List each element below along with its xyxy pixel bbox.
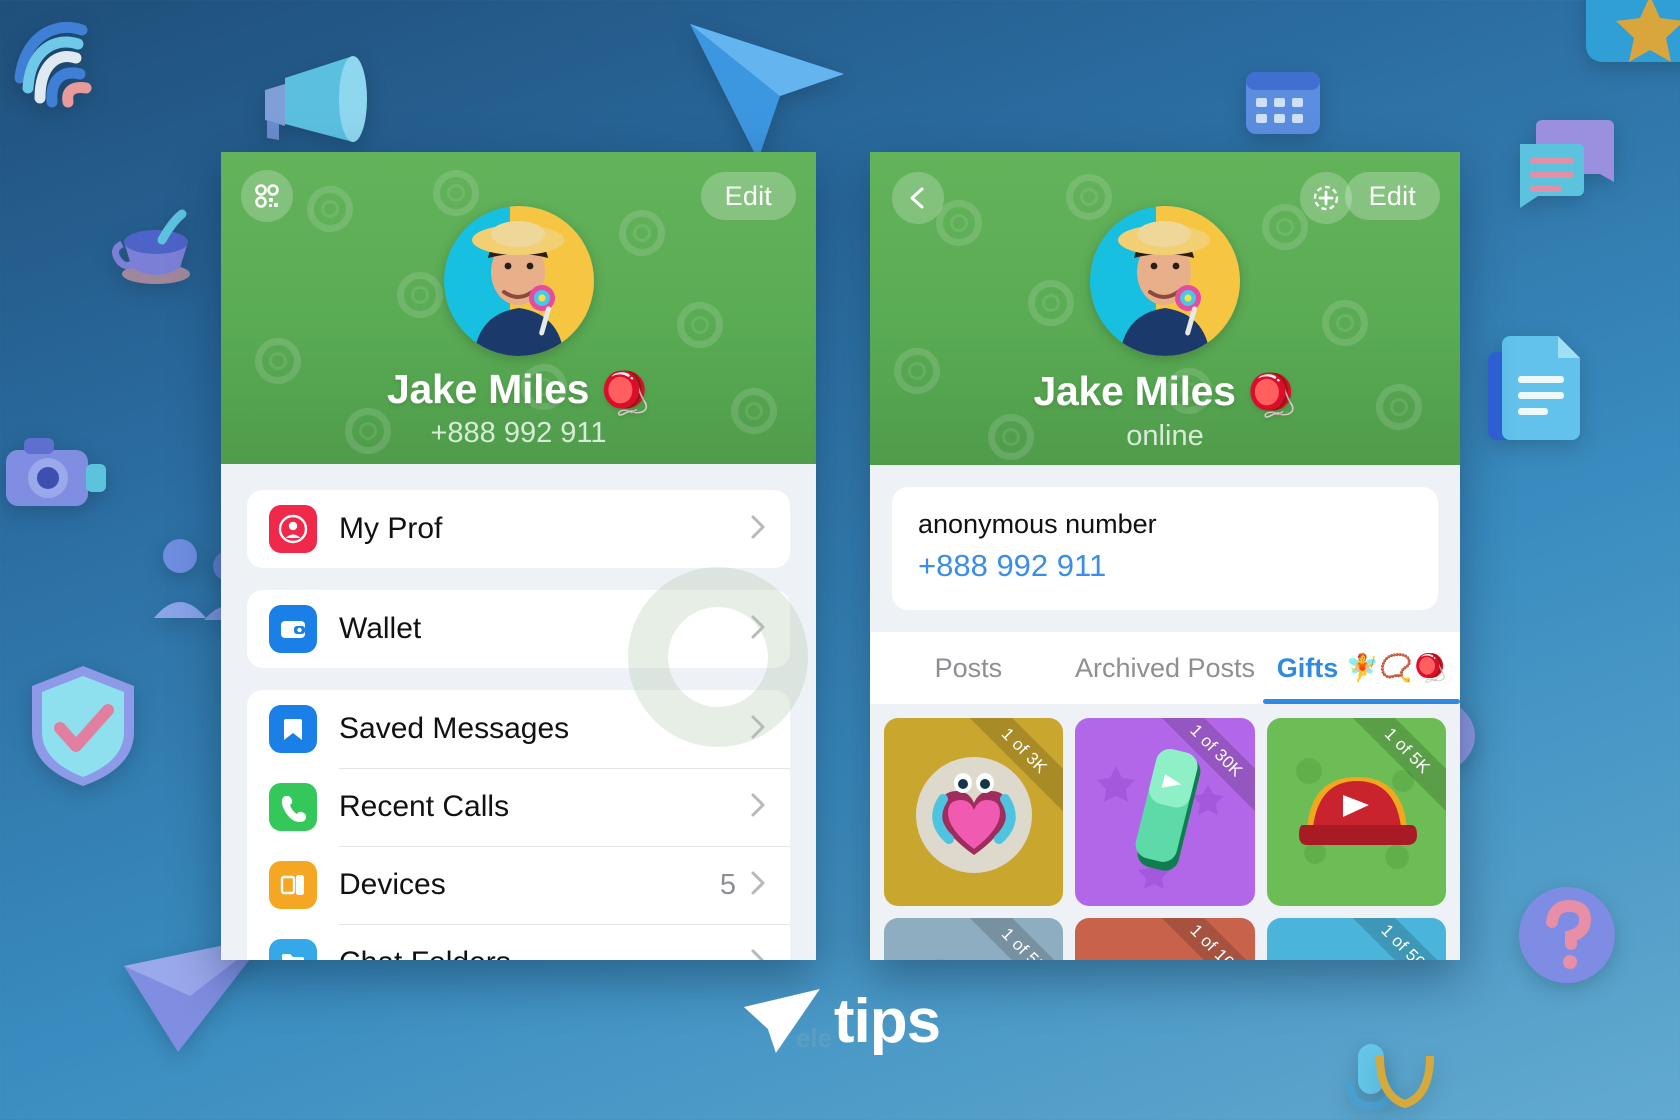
left-profile-header: Edit Jake Miles 🪀 +888 992 911 [221,152,816,464]
back-chevron-icon [910,187,924,209]
gift-card[interactable]: 1 of 5K [1266,718,1446,906]
chevron-right-icon [750,791,766,824]
settings-group-1: My Prof [247,490,790,568]
settings-group-2: Wallet [247,590,790,668]
gift-card[interactable]: 1 of 50K [1266,918,1446,960]
chevron-right-icon [750,613,766,646]
tab-posts[interactable]: Posts [870,653,1067,704]
anonymous-number-title: anonymous number [918,509,1157,539]
chevron-right-icon [750,947,766,960]
folder-icon [269,939,317,960]
phone-mockups: Edit Jake Miles 🪀 +888 992 911 My Prof W… [0,0,1680,1120]
sidebar-item-recent-calls[interactable]: Recent Calls [247,768,790,846]
bookmark-icon [269,705,317,753]
right-profile-name-text: Jake Miles [1033,368,1236,414]
left-profile-name-text: Jake Miles [387,366,590,412]
logo-text: tips [833,986,941,1056]
profile-tabs: Posts Archived Posts Gifts 🧚📿🪀 [870,632,1460,704]
right-profile-header: Edit Jake Miles 🪀 online [870,152,1460,465]
chevron-right-icon [750,713,766,746]
left-profile-emoji: 🪀 [599,370,650,416]
anonymous-number-value[interactable]: +888 992 911 [918,548,1412,584]
tab-gifts[interactable]: Gifts 🧚📿🪀 [1263,652,1460,704]
devices-count: 5 [719,868,736,901]
left-profile-name: Jake Miles 🪀 [221,366,816,418]
phone-icon [269,783,317,831]
back-button[interactable] [892,172,944,224]
row-label: My Prof [339,512,443,545]
right-avatar[interactable] [1090,206,1240,356]
teletips-logo: tips ele [740,985,941,1057]
right-profile-name: Jake Miles 🪀 [870,368,1460,420]
gift-card[interactable]: 1 of 5K [884,918,1064,960]
left-avatar[interactable] [443,206,594,356]
qr-code-icon [255,184,279,208]
sidebar-item-saved-messages[interactable]: Saved Messages [247,690,790,768]
tab-active-underline [1262,699,1460,704]
row-label: Devices [339,868,446,901]
left-edit-button[interactable]: Edit [700,172,796,220]
right-edit-button[interactable]: Edit [1344,172,1440,220]
gift-card[interactable]: 1 of 30K [1075,718,1255,906]
sidebar-item-my-prof[interactable]: My Prof [247,490,790,568]
right-phone-panel: Edit Jake Miles 🪀 online anonymous numbe… [870,152,1460,960]
wallet-icon [269,605,317,653]
tab-archived-posts[interactable]: Archived Posts [1067,653,1264,704]
add-story-icon [1313,185,1339,211]
right-profile-status: online [1126,420,1204,452]
row-label: Recent Calls [339,790,510,823]
devices-icon [269,861,317,909]
sidebar-item-wallet[interactable]: Wallet [247,590,790,668]
chevron-right-icon [750,513,766,546]
gift-card[interactable]: 1 of 10K [1075,918,1255,960]
chevron-right-icon [750,869,766,902]
settings-group-3: Saved Messages Recent Calls Devices 5 [247,690,790,960]
sidebar-item-chat-folders[interactable]: Chat Folders [247,924,790,960]
left-phone-panel: Edit Jake Miles 🪀 +888 992 911 My Prof W… [221,152,816,960]
gift-card[interactable]: 1 of 3K [884,718,1064,906]
right-profile-emoji: 🪀 [1245,372,1297,418]
row-label: Wallet [339,612,422,645]
logo-secondary-text: ele [795,1023,833,1053]
avatar-photo [471,221,564,356]
row-label: Saved Messages [339,712,570,745]
qr-code-button[interactable] [241,170,293,222]
avatar-photo [1118,221,1210,356]
gifts-grid: 1 of 3K 1 of 30K 1 of 5K 1 of 5K 1 of 10… [870,704,1460,960]
left-settings-list: My Prof Wallet Saved Messages Recent Cal… [221,490,816,960]
anonymous-number-card[interactable]: anonymous number +888 992 911 [892,487,1438,610]
row-label: Chat Folders [339,946,750,960]
sidebar-item-devices[interactable]: Devices 5 [247,846,790,924]
profile-icon [269,505,317,553]
left-profile-phone: +888 992 911 [430,417,607,449]
